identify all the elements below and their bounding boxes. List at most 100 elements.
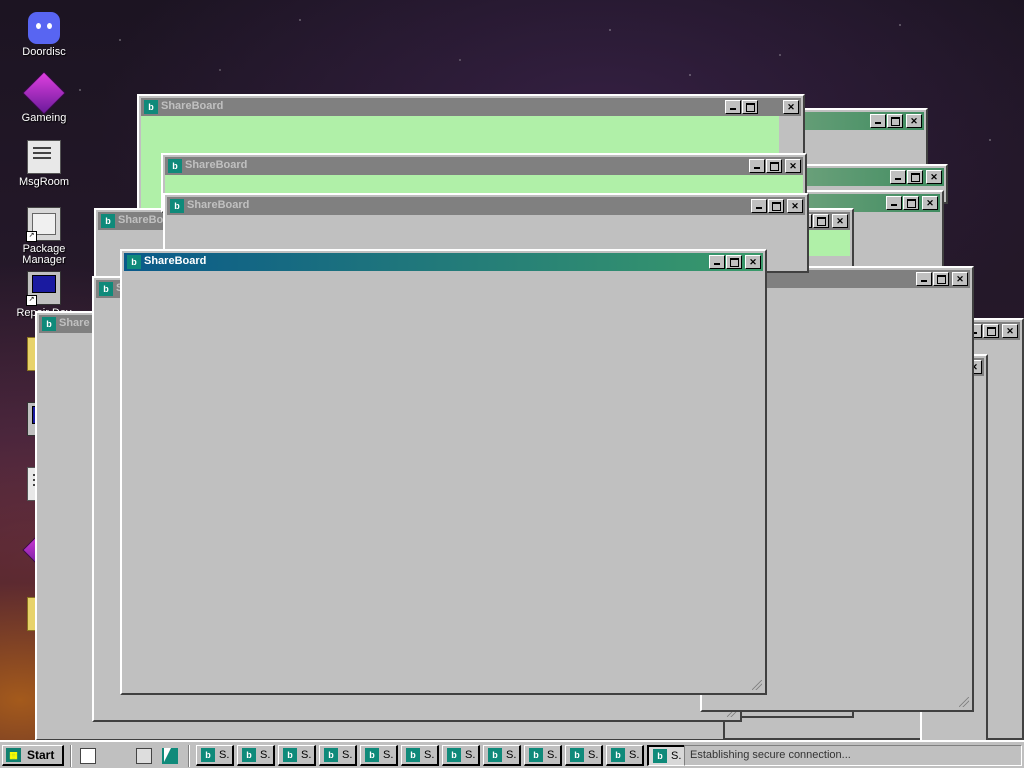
maximize-button[interactable] [726, 255, 742, 269]
notepad-quicklaunch-icon[interactable] [80, 748, 96, 764]
maximize-button[interactable] [983, 324, 999, 338]
shareboard-app-icon: b [144, 100, 158, 114]
shareboard-window-active[interactable]: b ShareBoard [120, 249, 767, 695]
close-button[interactable] [926, 170, 942, 184]
taskbar-window-button[interactable]: b S. [237, 745, 275, 766]
close-button[interactable] [787, 199, 803, 213]
start-label: Start [27, 748, 55, 762]
shortcut-arrow-icon: ↗ [26, 231, 37, 242]
task-label: S. [301, 749, 312, 761]
taskbar-window-button[interactable]: b S. [319, 745, 357, 766]
resize-grip[interactable] [752, 680, 762, 690]
shareboard-app-icon: b [406, 748, 420, 762]
desktop-icon-gameing[interactable]: Gameing [9, 71, 79, 124]
minimize-button[interactable] [749, 159, 765, 173]
taskbar-window-button[interactable]: b S. [401, 745, 439, 766]
minimize-button[interactable] [751, 199, 767, 213]
shareboard-app-icon: b [42, 317, 56, 331]
close-button[interactable] [1002, 324, 1018, 338]
desktop-icon-label: Gameing [21, 112, 67, 124]
computer-icon: ↗ [26, 271, 61, 306]
computer-quicklaunch-icon[interactable] [136, 748, 152, 764]
discord-icon [28, 12, 60, 44]
close-button[interactable] [745, 255, 761, 269]
taskbar-window-button[interactable]: b S. [360, 745, 398, 766]
maximize-button[interactable] [813, 214, 829, 228]
close-button[interactable] [922, 196, 938, 210]
shareboard-app-icon: b [529, 748, 543, 762]
task-label: S. [383, 749, 394, 761]
maximize-button[interactable] [742, 100, 758, 114]
minimize-button[interactable] [890, 170, 906, 184]
window-titlebar[interactable]: b ShareBoard [165, 157, 803, 175]
taskbar-window-button[interactable]: b S. [565, 745, 603, 766]
purple-cube-icon [22, 71, 66, 115]
taskbar-window-button[interactable]: b S. [442, 745, 480, 766]
taskbar-window-button[interactable]: b S. [483, 745, 521, 766]
shortcut-arrow-icon: ↗ [26, 295, 37, 306]
mouse-cursor-icon [164, 748, 171, 762]
task-label: S. [547, 749, 558, 761]
window-title: ShareBoard [185, 159, 248, 171]
connection-status-text: Establishing secure connection... [690, 749, 851, 761]
shareboard-app-icon: b [283, 748, 297, 762]
maximize-button[interactable] [887, 114, 903, 128]
task-label: S. [219, 749, 230, 761]
taskbar-divider [70, 745, 72, 767]
windows-logo-icon: ▦ [6, 748, 21, 762]
status-tray: Establishing secure connection... [684, 745, 1022, 766]
shareboard-app-icon: b [99, 282, 113, 296]
desktop-icon-doordisc[interactable]: Doordisc [9, 12, 79, 58]
shareboard-app-icon: b [324, 748, 338, 762]
maximize-button[interactable] [766, 159, 782, 173]
desktop-icon-package-manager[interactable]: ↗ Package Manager [9, 207, 79, 266]
close-button[interactable] [785, 159, 801, 173]
shareboard-app-icon: b [488, 748, 502, 762]
desktop-icon-label: Doordisc [22, 46, 66, 58]
window-titlebar[interactable]: b ShareBoard [141, 98, 801, 116]
minimize-button[interactable] [916, 272, 932, 286]
window-title: ShareBoard [161, 100, 224, 112]
shareboard-app-icon: b [101, 214, 115, 228]
minimize-button[interactable] [725, 100, 741, 114]
desktop-icon-msgroom[interactable]: MsgRoom [9, 140, 79, 188]
window-titlebar[interactable]: b ShareBoard [167, 197, 805, 215]
maximize-button[interactable] [768, 199, 784, 213]
shareboard-app-icon: b [447, 748, 461, 762]
minimize-button[interactable] [870, 114, 886, 128]
window-titlebar[interactable] [784, 112, 924, 130]
window-titlebar[interactable] [804, 168, 944, 186]
minimize-button[interactable] [709, 255, 725, 269]
maximize-button[interactable] [903, 196, 919, 210]
resize-grip[interactable] [959, 697, 969, 707]
taskbar-divider [188, 745, 190, 767]
taskbar-window-button[interactable]: b S. [278, 745, 316, 766]
desktop-icon-label: Package Manager [22, 243, 66, 266]
task-label: S. [671, 750, 682, 762]
window-titlebar[interactable]: b ShareBoard [124, 253, 763, 271]
maximize-button[interactable] [907, 170, 923, 184]
task-label: S. [465, 749, 476, 761]
minimize-button[interactable] [886, 196, 902, 210]
shareboard-app-icon: b [170, 199, 184, 213]
task-label: S. [342, 749, 353, 761]
task-label: S. [260, 749, 271, 761]
start-button[interactable]: ▦ Start [2, 745, 64, 766]
window-title: ShareBo [118, 214, 164, 226]
maximize-button[interactable] [933, 272, 949, 286]
taskbar-window-button-active[interactable]: b S. [647, 745, 685, 766]
close-button[interactable] [952, 272, 968, 286]
shareboard-app-icon: b [611, 748, 625, 762]
taskbar-window-button[interactable]: b S. [196, 745, 234, 766]
window-body [804, 230, 850, 256]
chat-document-icon [27, 140, 61, 174]
taskbar: ▦ Start b S. b S. b S. b S. b S. b S. b S. b S. … [0, 740, 1024, 768]
taskbar-window-button[interactable]: b S. [524, 745, 562, 766]
task-label: S. [506, 749, 517, 761]
close-button[interactable] [783, 100, 799, 114]
taskbar-window-button[interactable]: b S. [606, 745, 644, 766]
shareboard-app-icon: b [127, 255, 141, 269]
desktop-icon-label: MsgRoom [18, 176, 70, 188]
close-button[interactable] [906, 114, 922, 128]
close-button[interactable] [832, 214, 848, 228]
